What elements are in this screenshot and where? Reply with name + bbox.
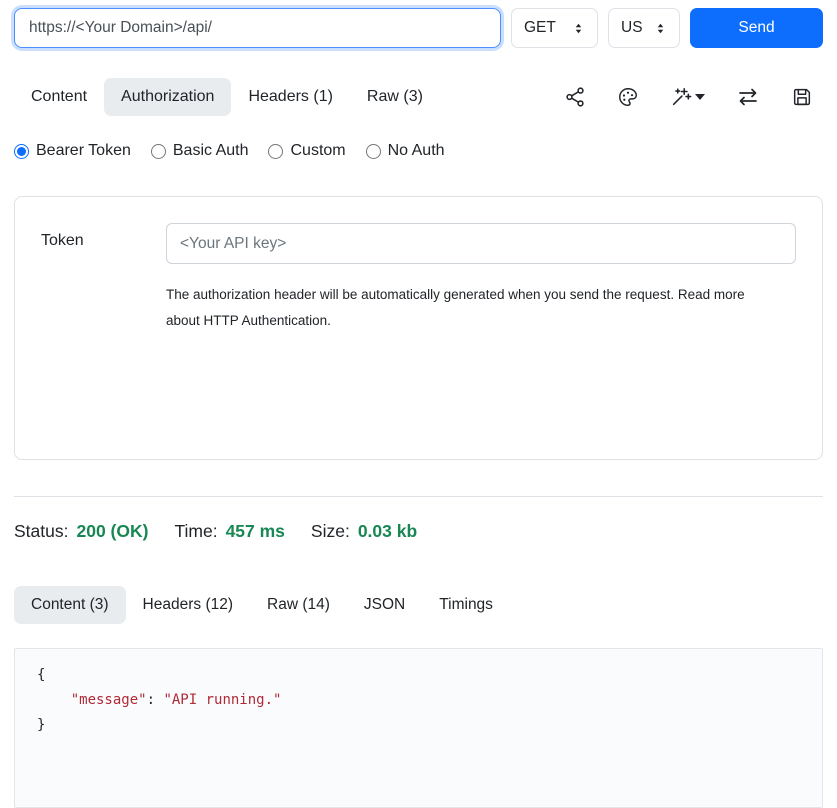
magic-wand-button[interactable] [670, 86, 705, 108]
tab-response-headers[interactable]: Headers (12) [126, 586, 250, 624]
token-column: The authorization header will be automat… [166, 223, 796, 433]
region-select-value: US [621, 19, 643, 37]
tab-authorization[interactable]: Authorization [104, 78, 231, 116]
tab-response-content[interactable]: Content (3) [14, 586, 126, 624]
auth-option-custom[interactable]: Custom [268, 142, 345, 160]
auth-option-basic-auth[interactable]: Basic Auth [151, 142, 249, 160]
auth-option-no-auth[interactable]: No Auth [366, 142, 445, 160]
response-body: { "message": "API running." } [14, 648, 823, 808]
send-button[interactable]: Send [690, 8, 823, 48]
tab-content[interactable]: Content [14, 78, 104, 116]
response-status-bar: Status: 200 (OK) Time: 457 ms Size: 0.03… [14, 521, 823, 542]
auth-panel: Token The authorization header will be a… [14, 196, 823, 460]
json-separator: : [147, 692, 164, 708]
url-input[interactable] [14, 8, 501, 48]
method-select[interactable]: GET [511, 8, 598, 48]
swap-arrows-icon[interactable] [736, 85, 760, 109]
divider [14, 496, 823, 497]
radio-label: Bearer Token [36, 142, 131, 160]
tab-response-timings[interactable]: Timings [422, 586, 510, 624]
request-tabs: Content Authorization Headers (1) Raw (3… [14, 78, 823, 116]
response-tabs: Content (3) Headers (12) Raw (14) JSON T… [14, 586, 823, 624]
radio-bearer-token[interactable] [14, 144, 29, 159]
size-label: Size: [311, 521, 350, 542]
time-value: 457 ms [226, 521, 285, 542]
radio-label: Custom [290, 142, 345, 160]
json-brace: { [37, 667, 45, 683]
code-line: } [37, 713, 800, 738]
tab-headers[interactable]: Headers (1) [231, 78, 349, 116]
json-indent [37, 692, 71, 708]
size-value: 0.03 kb [358, 521, 417, 542]
auth-type-options: Bearer Token Basic Auth Custom No Auth [14, 142, 823, 160]
request-bar: GET US Send [14, 8, 823, 48]
method-select-value: GET [524, 19, 556, 37]
tab-response-raw[interactable]: Raw (14) [250, 586, 347, 624]
tab-raw[interactable]: Raw (3) [350, 78, 440, 116]
share-icon[interactable] [564, 86, 586, 108]
select-stepper-icon [654, 21, 667, 36]
status-value: 200 (OK) [76, 521, 148, 542]
radio-custom[interactable] [268, 144, 283, 159]
code-line: "message": "API running." [37, 688, 800, 713]
tab-response-json[interactable]: JSON [347, 586, 422, 624]
region-select[interactable]: US [608, 8, 680, 48]
code-line: { [37, 663, 800, 688]
radio-label: Basic Auth [173, 142, 249, 160]
select-stepper-icon [572, 21, 585, 36]
json-value: "API running." [163, 692, 281, 708]
auth-option-bearer-token[interactable]: Bearer Token [14, 142, 131, 160]
token-label: Token [41, 223, 166, 433]
api-client-page: GET US Send Content Authorization Header… [0, 0, 837, 808]
time-label: Time: [174, 521, 217, 542]
palette-icon[interactable] [617, 86, 639, 108]
save-icon[interactable] [791, 86, 813, 108]
caret-down-icon [695, 94, 705, 100]
radio-label: No Auth [388, 142, 445, 160]
request-toolbar [564, 85, 823, 109]
radio-no-auth[interactable] [366, 144, 381, 159]
radio-basic-auth[interactable] [151, 144, 166, 159]
status-label: Status: [14, 521, 68, 542]
json-brace: } [37, 717, 45, 733]
auth-help-text: The authorization header will be automat… [166, 282, 751, 333]
token-input[interactable] [166, 223, 796, 264]
magic-wand-icon [670, 86, 692, 108]
json-key: "message" [71, 692, 147, 708]
